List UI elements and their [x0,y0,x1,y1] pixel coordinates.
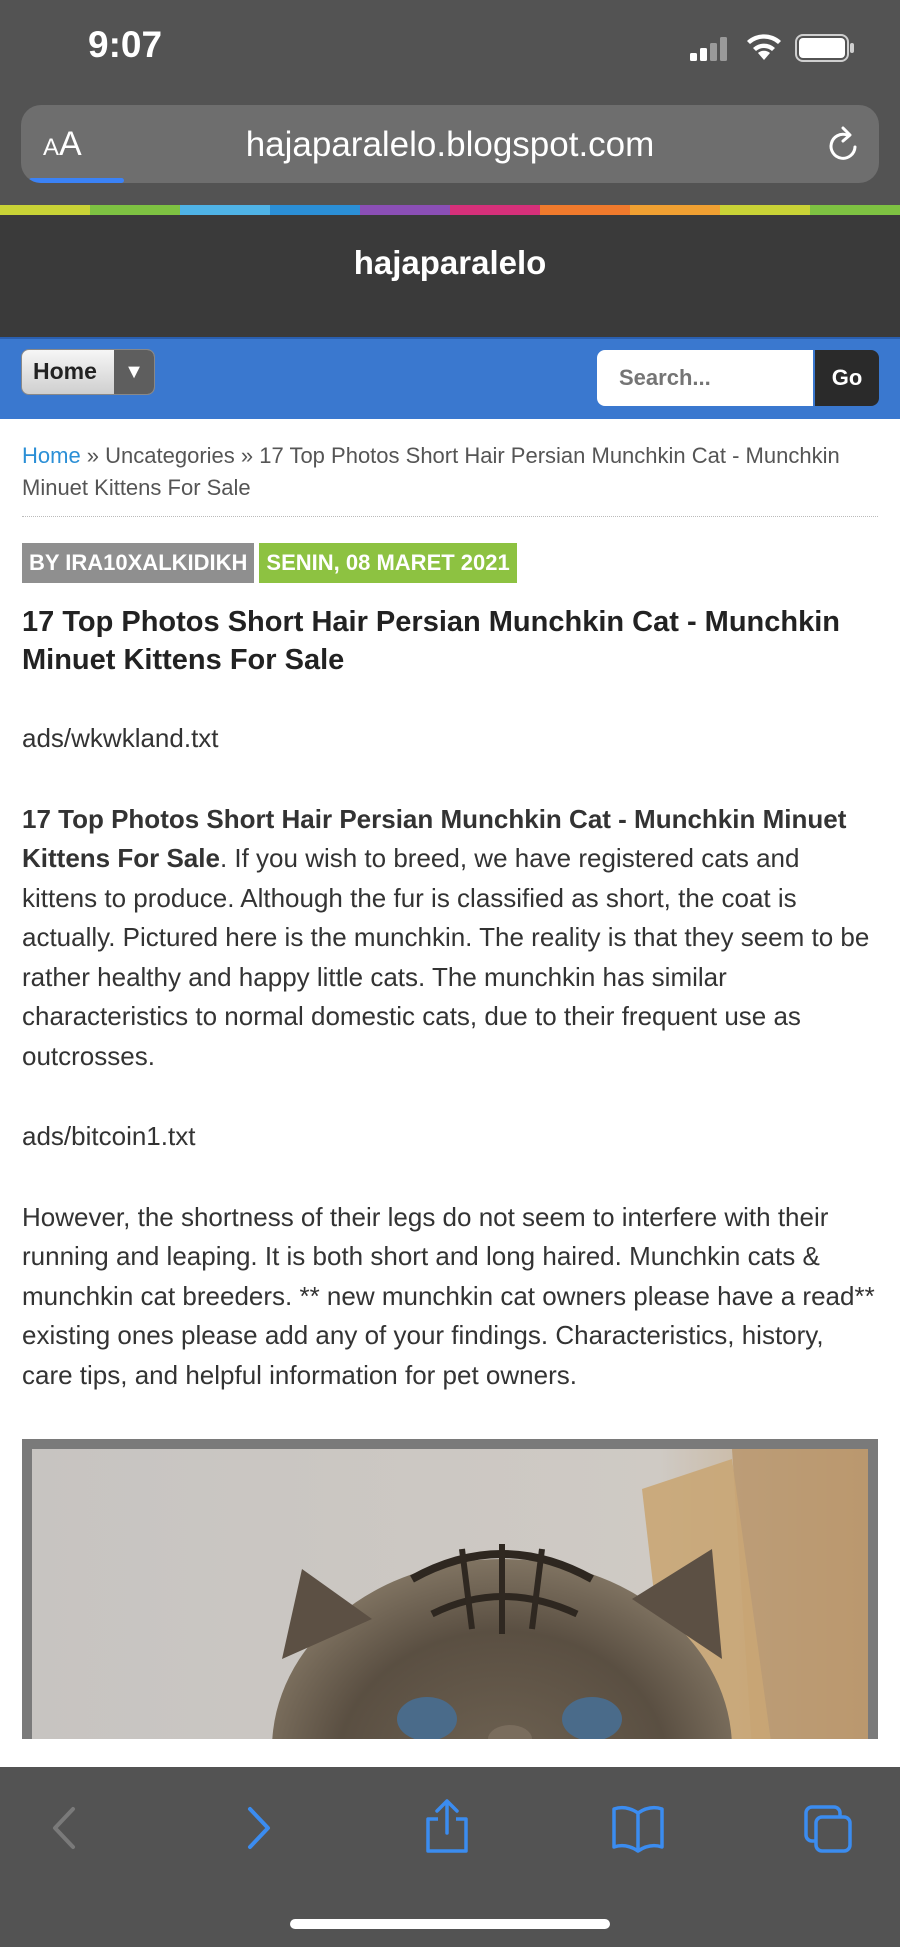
post-paragraph-1-text: . If you wish to breed, we have register… [22,843,870,1071]
search-input[interactable] [597,350,813,406]
date-badge: SENIN, 08 MARET 2021 [259,543,517,583]
wifi-icon [747,34,781,60]
battery-icon [795,34,854,62]
blog-header: hajaparalelo [0,215,900,337]
blog-title[interactable]: hajaparalelo [0,244,900,282]
home-menu-button[interactable]: Home ▼ [21,349,155,395]
tabs-icon[interactable] [802,1803,854,1853]
share-icon[interactable] [422,1797,472,1855]
kitten-illustration [32,1449,868,1739]
rainbow-stripe [0,205,900,215]
breadcrumb-category-link[interactable]: Uncategories [105,443,235,468]
go-button[interactable]: Go [815,350,879,406]
post-paragraph-2: However, the shortness of their legs do … [22,1201,875,1390]
ads-placeholder-1: ads/wkwkland.txt [22,723,219,753]
post-title: 17 Top Photos Short Hair Persian Munchki… [22,606,840,676]
chevron-down-icon[interactable]: ▼ [114,350,154,394]
page-load-progress [29,178,124,183]
ads-placeholder-2: ads/bitcoin1.txt [22,1121,196,1151]
breadcrumb-separator: » [80,443,106,468]
home-menu-label: Home [33,358,97,384]
breadcrumb-home-link[interactable]: Home [22,443,81,468]
post-paragraph-1: 17 Top Photos Short Hair Persian Munchki… [22,800,878,1077]
breadcrumb-separator: » [234,443,260,468]
post-image-frame [22,1439,878,1739]
kitten-photo[interactable] [32,1449,868,1739]
home-indicator[interactable] [290,1919,610,1929]
url-text[interactable]: hajaparalelo.blogspot.com [21,125,879,165]
status-time: 9:07 [88,24,163,65]
bookmarks-icon[interactable] [610,1803,666,1853]
address-bar[interactable]: AA hajaparalelo.blogspot.com [21,105,879,183]
browser-toolbar [0,1767,900,1947]
reload-icon[interactable] [825,125,863,165]
breadcrumb: Home » Uncategories » 17 Top Photos Shor… [22,440,878,517]
back-icon[interactable] [45,1803,85,1853]
browser-address-area: AA hajaparalelo.blogspot.com [0,100,900,205]
post-content: Home » Uncategories » 17 Top Photos Shor… [22,440,878,1739]
nav-bar: Home ▼ Go [0,337,900,419]
signal-icon [690,37,727,61]
post-meta: BY IRA10XALKIDIKH SENIN, 08 MARET 2021 [22,543,878,583]
author-badge[interactable]: BY IRA10XALKIDIKH [22,543,255,583]
forward-icon[interactable] [238,1803,278,1853]
status-bar: 9:07 [0,0,900,100]
